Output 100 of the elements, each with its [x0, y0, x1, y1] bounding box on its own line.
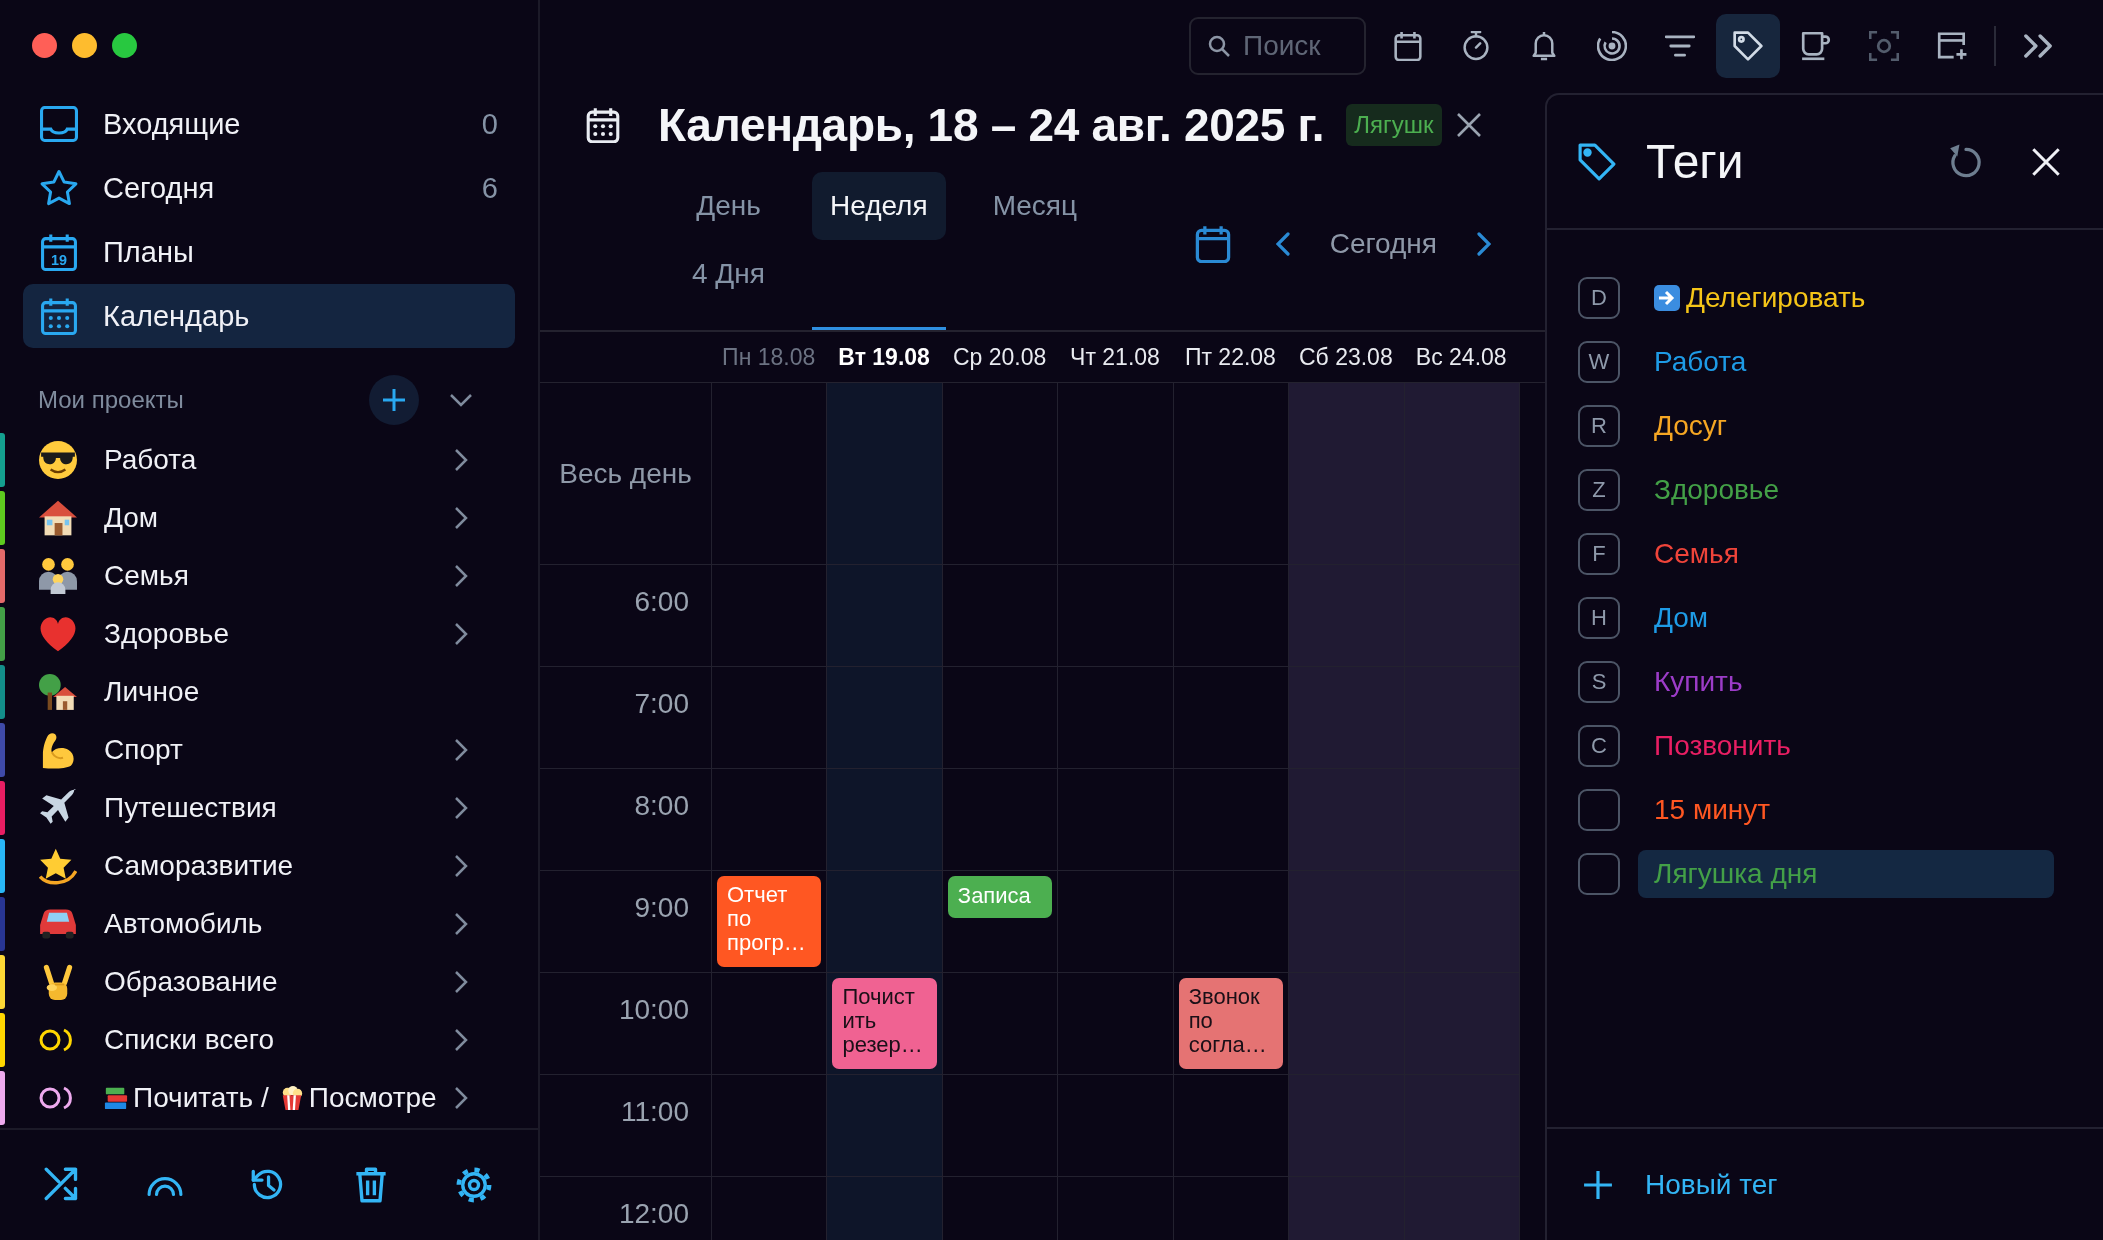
date-picker-button[interactable]	[1194, 225, 1231, 263]
shooting-star-icon	[39, 847, 77, 885]
tag-item[interactable]: Работа	[1638, 338, 2054, 386]
close-icon	[2031, 146, 2061, 177]
house-with-tree-icon	[39, 673, 77, 711]
tag-item[interactable]: Позвонить	[1638, 722, 2054, 770]
project-item[interactable]: Личное	[0, 663, 538, 721]
project-item[interactable]: Дом	[0, 489, 538, 547]
refresh-icon	[1948, 143, 1984, 180]
delete-button[interactable]	[353, 1167, 389, 1203]
shortcut-key: W	[1578, 341, 1620, 383]
day-header: Пн 18.08	[722, 343, 816, 371]
close-button[interactable]	[1455, 112, 1482, 138]
tag-filter-chip[interactable]: Лягушк	[1346, 104, 1442, 146]
plus-icon	[1583, 1169, 1613, 1200]
project-item[interactable]: Путешествия	[0, 779, 538, 837]
tag-icon	[1733, 31, 1763, 61]
minimize-button[interactable]	[72, 33, 97, 58]
calendar-icon	[1393, 31, 1423, 61]
project-item[interactable]: Почитать / Посмотре	[0, 1069, 538, 1127]
close-button[interactable]	[32, 33, 57, 58]
shuffle-button[interactable]	[44, 1167, 80, 1203]
previous-button[interactable]	[1275, 232, 1290, 256]
view-tab[interactable]: 4 Дня	[674, 240, 783, 308]
day-header: Вт 19.08	[838, 343, 930, 371]
sunglasses-face-icon	[39, 441, 77, 479]
mug-icon	[1801, 31, 1831, 61]
project-item[interactable]: Спорт	[0, 721, 538, 779]
house-icon	[39, 499, 77, 537]
tag-item[interactable]: Дом	[1638, 594, 2054, 642]
day-header: Чт 21.08	[1070, 343, 1160, 371]
nav-item[interactable]: Календарь	[23, 284, 515, 348]
nav-item[interactable]: 19 Планы	[23, 220, 515, 284]
shortcut-key: F	[1578, 533, 1620, 575]
tag-item[interactable]: Семья	[1638, 530, 2054, 578]
shortcut-key: D	[1578, 277, 1620, 319]
time-label: 7:00	[634, 687, 689, 720]
shortcut-key: H	[1578, 597, 1620, 639]
panel-title: Теги	[1646, 134, 1744, 189]
nav-item[interactable]: Входящие 0	[23, 92, 515, 156]
tag-item[interactable]: Лягушка дня	[1638, 850, 2054, 898]
add-project-button[interactable]	[369, 375, 419, 425]
day-header: Ср 20.08	[952, 343, 1047, 371]
tags-button[interactable]	[1716, 14, 1780, 78]
plus-icon	[382, 388, 406, 412]
settings-icon	[456, 1167, 492, 1203]
search-field[interactable]: Поиск	[1189, 17, 1366, 75]
item-count: 0	[481, 107, 498, 141]
view-tab[interactable]: День	[674, 172, 783, 240]
project-item[interactable]: Работа	[0, 431, 538, 489]
shortcut-key: S	[1578, 661, 1620, 703]
day-header: Пт 22.08	[1184, 343, 1276, 371]
stopwatch-icon	[1461, 31, 1491, 61]
item-count: 6	[481, 171, 498, 205]
all-day-label: Весь день	[559, 457, 692, 490]
heart-icon	[39, 615, 77, 653]
time-label: 10:00	[618, 993, 689, 1026]
project-item[interactable]: Образование	[0, 953, 538, 1011]
project-item[interactable]: Саморазвитие	[0, 837, 538, 895]
project-item[interactable]: Автомобиль	[0, 895, 538, 953]
search-icon	[1208, 35, 1230, 57]
shortcut-key	[1578, 853, 1620, 895]
day-header: Вс 24.08	[1415, 343, 1507, 371]
tag-icon	[1578, 142, 1616, 181]
today-button[interactable]: Сегодня	[1329, 228, 1437, 260]
time-label: 11:00	[621, 1095, 689, 1128]
new-tag-button[interactable]: Новый тег	[1583, 1168, 1778, 1201]
inbox-icon	[40, 105, 78, 143]
view-tab[interactable]: Неделя	[811, 172, 946, 240]
chevron-right-icon	[1477, 232, 1491, 256]
calendar-icon	[586, 107, 620, 143]
event-card[interactable]: Звонок по согла…	[1178, 978, 1284, 1069]
nav-item[interactable]: Сегодня 6	[23, 156, 515, 220]
zoom-button[interactable]	[112, 33, 137, 58]
time-label: 9:00	[634, 891, 689, 924]
airplane-icon	[39, 789, 77, 827]
project-item[interactable]: Списки всего	[0, 1011, 538, 1069]
view-tab[interactable]: Месяц	[974, 172, 1096, 240]
shortcut-key: Z	[1578, 469, 1620, 511]
tag-item[interactable]: Делегировать	[1638, 274, 2054, 322]
star-icon	[40, 169, 78, 207]
calendar-icon	[1194, 225, 1231, 263]
tag-item[interactable]: Здоровье	[1638, 466, 2054, 514]
target-icon	[1597, 31, 1627, 61]
books-icon	[104, 1086, 128, 1110]
shortcut-key: R	[1578, 405, 1620, 447]
settings-button[interactable]	[456, 1167, 492, 1203]
page-title: Календарь, 18 – 24 авг. 2025 г.	[658, 98, 1325, 152]
collapse-button[interactable]	[449, 393, 473, 407]
project-item[interactable]: Здоровье	[0, 605, 538, 663]
time-label: 12:00	[618, 1197, 689, 1230]
event-card[interactable]: Почистить резер…	[832, 978, 937, 1069]
next-button[interactable]	[1477, 232, 1491, 256]
time-label: 6:00	[634, 585, 689, 618]
time-label: 8:00	[634, 789, 689, 822]
tag-item[interactable]: Купить	[1638, 658, 2054, 706]
tag-item[interactable]: Досуг	[1638, 402, 2054, 450]
shortcut-key	[1578, 789, 1620, 831]
tag-item[interactable]: 15 минут	[1638, 786, 2054, 834]
project-item[interactable]: Семья	[0, 547, 538, 605]
